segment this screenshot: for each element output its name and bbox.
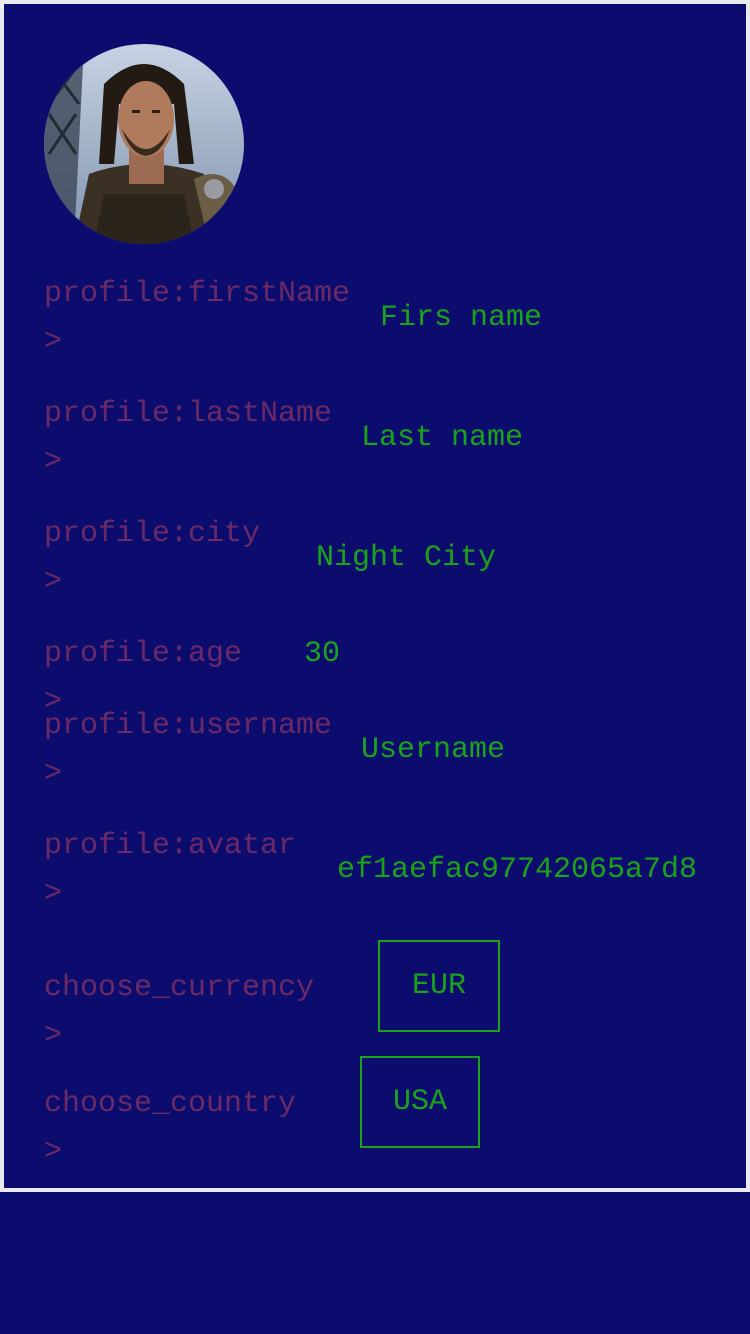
page: profile:firstName > Firs name profile:la… xyxy=(0,0,750,1334)
city-value[interactable]: Night City xyxy=(316,534,496,582)
last-name-label: profile:lastName > xyxy=(44,397,333,479)
country-label: choose_country > xyxy=(44,1087,297,1169)
age-value[interactable]: 30 xyxy=(304,630,340,678)
avatar-image xyxy=(44,44,244,244)
currency-select[interactable]: EUR xyxy=(378,940,500,1032)
username-value[interactable]: Username xyxy=(361,726,505,774)
avatar-label: profile:avatar > xyxy=(44,829,297,911)
first-name-label: profile:firstName > xyxy=(44,277,351,359)
username-label: profile:username > xyxy=(44,709,333,791)
profile-panel: profile:firstName > Firs name profile:la… xyxy=(0,0,750,1192)
avatar xyxy=(44,44,244,244)
avatar-value[interactable]: ef1aefac97742065a7d8 xyxy=(337,846,705,894)
currency-label: choose_currency > xyxy=(44,971,315,1053)
country-select[interactable]: USA xyxy=(360,1056,480,1148)
last-name-value[interactable]: Last name xyxy=(361,414,523,462)
city-label: profile:city > xyxy=(44,517,261,599)
first-name-value[interactable]: Firs name xyxy=(380,294,542,342)
